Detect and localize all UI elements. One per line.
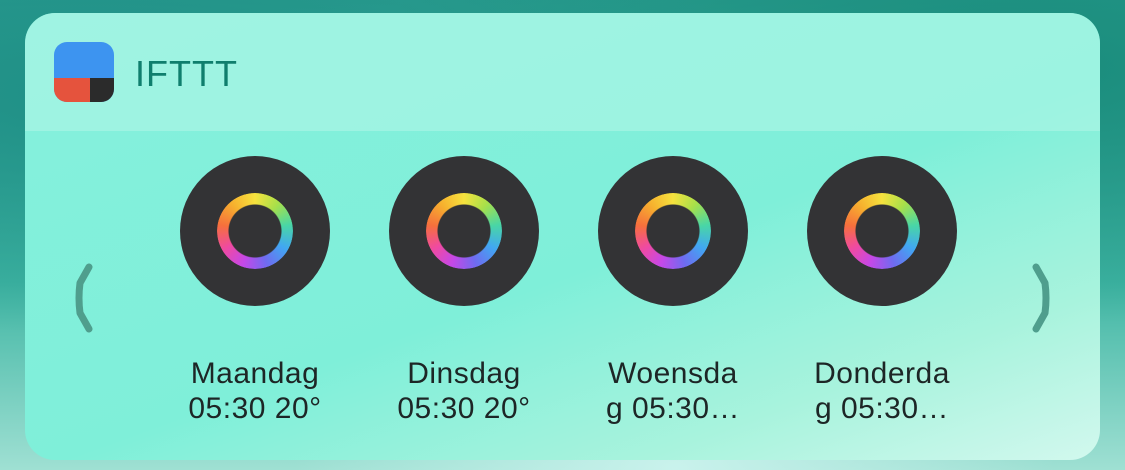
chevron-right-icon xyxy=(1032,263,1050,333)
applet-tile-dinsdag[interactable]: Dinsdag 05:30 20° xyxy=(374,156,554,436)
applet-tile-maandag[interactable]: Maandag 05:30 20° xyxy=(165,156,345,436)
applet-tile-donderdag[interactable]: Donderda g 05:30… xyxy=(792,156,972,436)
color-ring-icon xyxy=(635,193,711,269)
applet-list: Maandag 05:30 20° Dinsdag 05:30 20° Woen… xyxy=(165,156,965,446)
app-title: IFTTT xyxy=(135,53,238,94)
applet-label: Dinsdag 05:30 20° xyxy=(397,357,531,425)
applet-tile-woensdag[interactable]: Woensda g 05:30… xyxy=(583,156,763,436)
logo-dark-quadrant xyxy=(90,78,114,102)
applet-label: Maandag 05:30 20° xyxy=(188,357,322,425)
next-page-button[interactable] xyxy=(1028,263,1052,333)
applet-button[interactable] xyxy=(389,156,539,306)
color-ring-icon xyxy=(426,193,502,269)
ifttt-widget: IFTTT Maandag 05:30 20° Dinsdag 05:30 20… xyxy=(25,13,1100,460)
widget-header[interactable]: IFTTT xyxy=(25,13,1100,131)
logo-red-quadrant xyxy=(54,78,90,102)
applet-button[interactable] xyxy=(807,156,957,306)
color-ring-icon xyxy=(217,193,293,269)
applet-label: Woensda g 05:30… xyxy=(605,357,741,425)
applet-label: Donderda g 05:30… xyxy=(814,357,950,425)
applet-button[interactable] xyxy=(598,156,748,306)
chevron-left-icon xyxy=(75,263,93,333)
previous-page-button[interactable] xyxy=(73,263,97,333)
applet-button[interactable] xyxy=(180,156,330,306)
ifttt-logo-icon xyxy=(54,42,114,102)
color-ring-icon xyxy=(844,193,920,269)
